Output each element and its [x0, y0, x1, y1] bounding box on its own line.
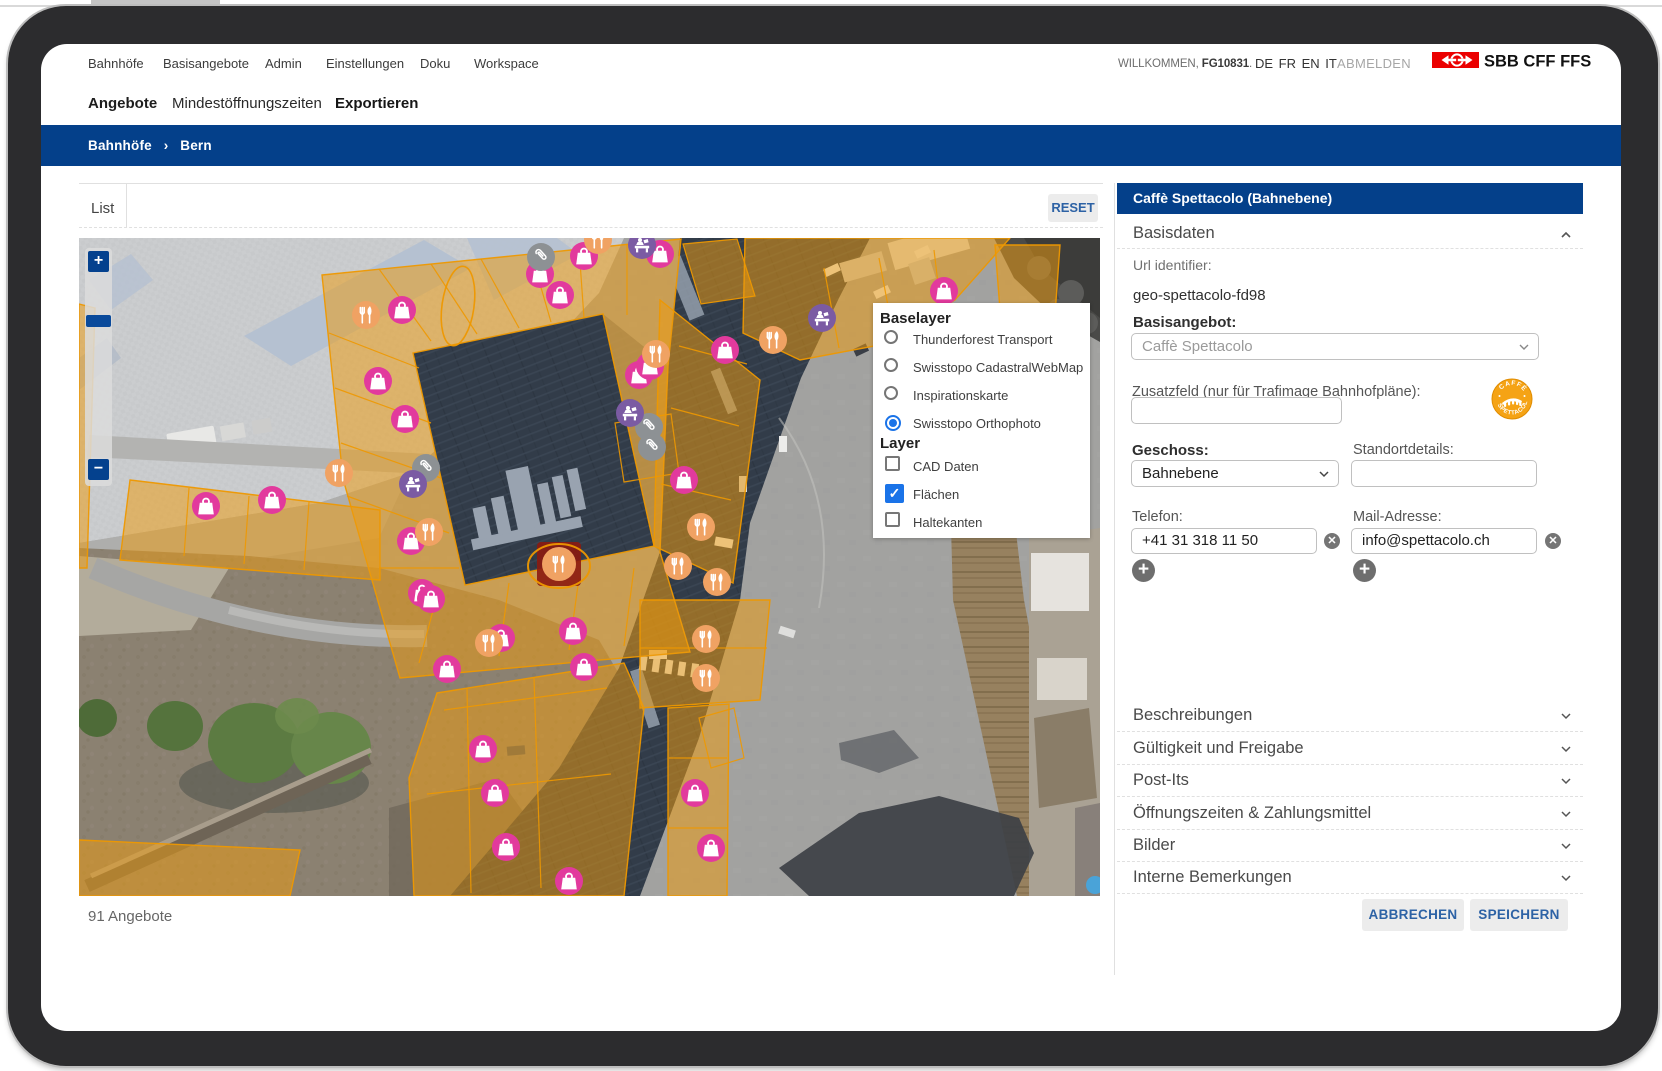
svg-text:SBB CFF FFS: SBB CFF FFS — [1484, 53, 1591, 71]
